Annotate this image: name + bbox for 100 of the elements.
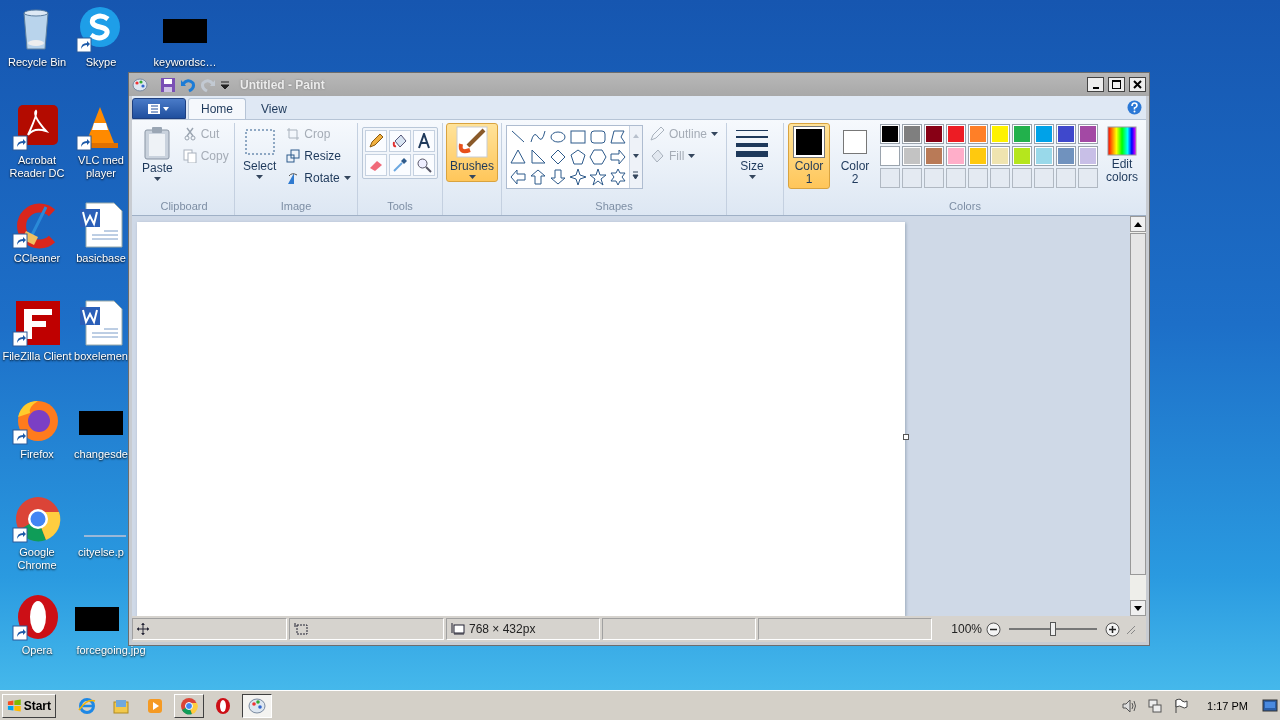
empty-color-slot[interactable] xyxy=(1056,168,1076,188)
shape-button[interactable] xyxy=(548,147,568,167)
flag-icon[interactable] xyxy=(1173,697,1190,714)
desktop-icon-label[interactable]: cityelse.p xyxy=(78,546,124,559)
shape-button[interactable] xyxy=(568,167,588,187)
desktop-icon-label[interactable]: Google Chrome xyxy=(17,546,57,572)
color-swatch[interactable] xyxy=(902,146,922,166)
color-swatch[interactable] xyxy=(1056,146,1076,166)
desktop-icon-label[interactable]: CCleaner xyxy=(13,252,61,265)
taskbar-app-button[interactable] xyxy=(242,693,272,718)
group-label: Tools xyxy=(387,199,413,214)
shape-button[interactable] xyxy=(608,127,628,147)
shape-button[interactable] xyxy=(588,127,608,147)
color-swatch[interactable] xyxy=(924,124,944,144)
help-icon[interactable] xyxy=(1127,100,1142,115)
color-swatch[interactable] xyxy=(946,146,966,166)
desktop-icon-label[interactable]: VLC med player xyxy=(78,154,124,180)
color-swatch[interactable] xyxy=(1034,146,1054,166)
ribbon-tab[interactable]: Home xyxy=(188,98,246,119)
magnifier-icon xyxy=(416,157,432,173)
desktop-icon-label[interactable]: Acrobat Reader DC xyxy=(9,154,65,180)
color-selector-button[interactable]: Color 2 xyxy=(834,123,876,189)
maximize-button[interactable] xyxy=(1108,77,1125,92)
color-swatch[interactable] xyxy=(1056,124,1076,144)
customize-caret-icon[interactable] xyxy=(220,79,230,90)
empty-color-slot[interactable] xyxy=(924,168,944,188)
shape-button[interactable] xyxy=(608,147,628,167)
zoom-out-icon[interactable] xyxy=(986,621,1001,637)
scroll-up-button[interactable] xyxy=(1130,216,1146,232)
shape-button[interactable] xyxy=(508,167,528,187)
resize-button[interactable]: Resize xyxy=(284,145,353,167)
shape-button[interactable] xyxy=(588,167,608,187)
desktop-icon-label[interactable]: keywordsc… xyxy=(153,56,217,69)
minimize-button[interactable] xyxy=(1087,77,1104,92)
shape-button[interactable] xyxy=(508,147,528,167)
color-swatch[interactable] xyxy=(968,146,988,166)
desktop-icon-label[interactable]: changesde xyxy=(74,448,128,461)
magnifier-button[interactable] xyxy=(413,154,435,176)
network-icon[interactable] xyxy=(1147,697,1164,714)
canvas-dimensions: 768 × 432px xyxy=(469,622,536,636)
color-swatch[interactable] xyxy=(946,124,966,144)
select-button[interactable]: Select xyxy=(239,123,281,182)
zoom-slider-thumb[interactable] xyxy=(1050,622,1056,636)
shape-button[interactable] xyxy=(608,167,628,187)
desktop-icon-label[interactable]: Firefox xyxy=(20,448,54,461)
color-swatch[interactable] xyxy=(880,146,900,166)
save-icon[interactable] xyxy=(160,76,176,93)
color-picker-button[interactable] xyxy=(389,154,411,176)
volume-icon[interactable] xyxy=(1121,697,1138,714)
color-swatch[interactable] xyxy=(1078,146,1098,166)
brushes-button[interactable]: Brushes xyxy=(446,123,499,182)
show-desktop-icon[interactable] xyxy=(1262,698,1278,713)
fill-button[interactable] xyxy=(389,130,411,152)
desktop-icon-label[interactable]: Recycle Bin xyxy=(7,56,67,69)
app-menu-button[interactable] xyxy=(132,98,186,119)
shape-button[interactable] xyxy=(588,147,608,167)
color-swatch[interactable] xyxy=(990,124,1010,144)
chrome-icon[interactable] xyxy=(12,495,62,543)
desktop-icon-label[interactable]: FileZilla Client xyxy=(2,350,72,363)
filezilla-icon[interactable] xyxy=(12,299,62,347)
empty-color-slot[interactable] xyxy=(902,168,922,188)
palette-icon[interactable] xyxy=(132,76,148,93)
eraser-button[interactable] xyxy=(365,154,387,176)
shape-button[interactable] xyxy=(528,167,548,187)
paste-button[interactable]: Paste xyxy=(138,123,177,184)
color-selector-button[interactable]: Color 1 xyxy=(788,123,830,189)
color-swatch[interactable] xyxy=(990,146,1010,166)
empty-color-slot[interactable] xyxy=(1012,168,1032,188)
empty-color-slot[interactable] xyxy=(880,168,900,188)
zoom-in-icon[interactable] xyxy=(1105,621,1120,637)
shape-button[interactable] xyxy=(528,147,548,167)
ribbon-tab[interactable]: View xyxy=(248,98,300,119)
empty-color-slot[interactable] xyxy=(1078,168,1098,188)
start-button[interactable]: Start xyxy=(2,693,56,718)
size-button[interactable]: Size xyxy=(731,123,773,182)
color-swatch[interactable] xyxy=(1078,124,1098,144)
close-button[interactable] xyxy=(1129,77,1146,92)
color-swatch[interactable] xyxy=(1012,146,1032,166)
edit-colors-button[interactable]: Edit colors xyxy=(1102,123,1142,187)
clock[interactable]: 1:17 PM xyxy=(1207,699,1248,712)
shape-button[interactable] xyxy=(548,167,568,187)
color-swatch[interactable] xyxy=(924,146,944,166)
desktop-icon-label[interactable]: boxelemen xyxy=(74,350,128,363)
color-swatch[interactable] xyxy=(968,124,988,144)
text-button[interactable] xyxy=(413,130,435,152)
pencil-button[interactable] xyxy=(365,130,387,152)
empty-color-slot[interactable] xyxy=(968,168,988,188)
desktop-icon-label[interactable]: Skype xyxy=(85,56,117,69)
scroll-down-button[interactable] xyxy=(1130,600,1146,616)
color-swatch[interactable] xyxy=(902,124,922,144)
empty-color-slot[interactable] xyxy=(1034,168,1054,188)
color-swatch[interactable] xyxy=(880,124,900,144)
resize-handle[interactable] xyxy=(903,434,909,440)
empty-color-slot[interactable] xyxy=(946,168,966,188)
color-swatch[interactable] xyxy=(1034,124,1054,144)
desktop-icon-label[interactable]: basicbase xyxy=(76,252,126,265)
color-swatch[interactable] xyxy=(1012,124,1032,144)
shape-button[interactable] xyxy=(568,147,588,167)
empty-color-slot[interactable] xyxy=(990,168,1010,188)
rotate-button[interactable]: Rotate xyxy=(284,167,353,189)
